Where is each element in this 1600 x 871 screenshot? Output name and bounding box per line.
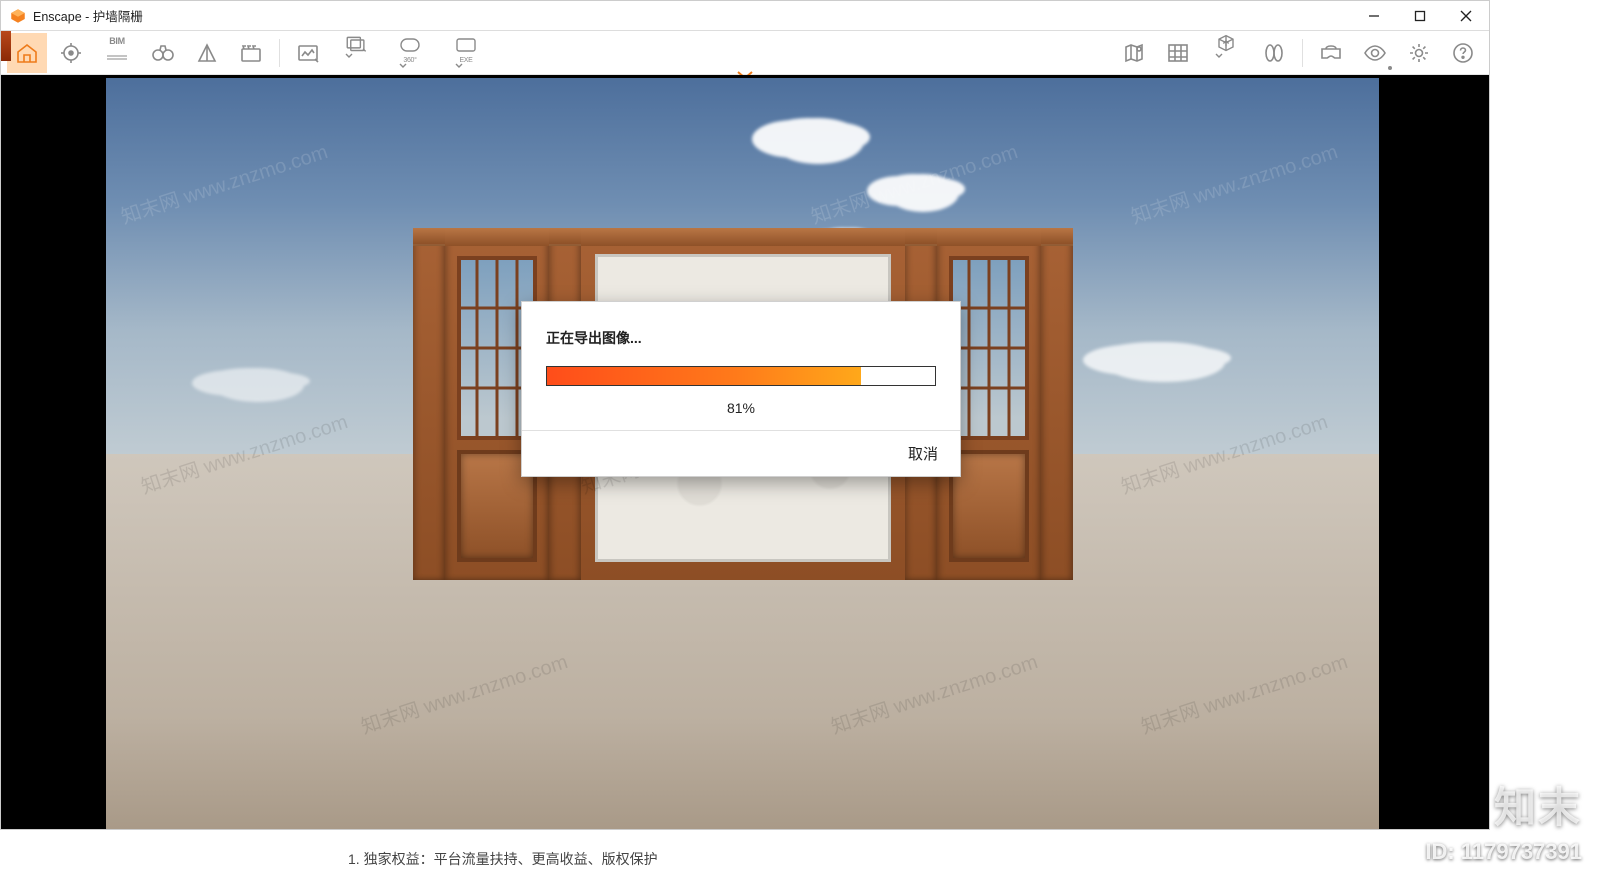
exe-export-button[interactable]: EXE — [440, 33, 492, 73]
toolbar-separator — [1302, 39, 1303, 67]
chevron-down-icon — [455, 62, 479, 73]
map-button[interactable] — [1114, 33, 1154, 73]
pillar — [1041, 228, 1073, 580]
dropdown-dot-icon — [1388, 66, 1392, 70]
footer-caption: 1. 独家权益：平台流量扶持、更高收益、版权保护 — [348, 849, 658, 869]
screenshot-button[interactable] — [288, 33, 328, 73]
upload-button[interactable] — [1202, 33, 1250, 73]
app-window: Enscape - 护墙隔栅 BIM — [0, 0, 1490, 830]
dialog-title: 正在导出图像... — [546, 328, 936, 348]
progress-bar — [546, 366, 936, 386]
app-logo-icon — [9, 7, 27, 25]
toolbar-separator — [279, 39, 280, 67]
minimize-button[interactable] — [1351, 1, 1397, 31]
panorama-button[interactable]: 360° — [384, 33, 436, 73]
settings-button[interactable] — [1399, 33, 1439, 73]
progress-percent: 81% — [546, 400, 936, 416]
left-accent-tab — [1, 31, 11, 61]
home-button[interactable] — [7, 33, 47, 73]
cancel-button[interactable]: 取消 — [908, 443, 938, 464]
brand-watermark: 知末 — [1494, 774, 1582, 835]
cloud-icon — [208, 368, 288, 390]
maximize-button[interactable] — [1397, 1, 1443, 31]
window-controls — [1351, 1, 1489, 31]
locate-button[interactable] — [51, 33, 91, 73]
cloud-icon — [768, 118, 848, 152]
progress-fill — [547, 367, 861, 385]
app-name: Enscape — [33, 10, 82, 24]
window-title: Enscape - 护墙隔栅 — [33, 6, 143, 25]
titlebar: Enscape - 护墙隔栅 — [1, 1, 1489, 31]
visual-settings-button[interactable] — [1355, 33, 1395, 73]
chevron-down-icon — [399, 62, 423, 73]
collab-button[interactable] — [1254, 33, 1294, 73]
cloud-icon — [883, 174, 943, 200]
video-button[interactable] — [231, 33, 271, 73]
resource-id: ID: 1179737391 — [1425, 839, 1582, 865]
chevron-down-icon — [1215, 52, 1239, 73]
vr-button[interactable] — [1311, 33, 1351, 73]
chevron-down-icon — [345, 52, 369, 73]
bim-button[interactable]: BIM — [95, 33, 139, 73]
pillar — [413, 228, 445, 580]
export-progress-dialog: 正在导出图像... 81% 取消 — [521, 301, 961, 477]
binoculars-button[interactable] — [143, 33, 183, 73]
file-name: 护墙隔栅 — [93, 10, 143, 24]
perspective-button[interactable] — [187, 33, 227, 73]
asset-library-button[interactable] — [1158, 33, 1198, 73]
close-button[interactable] — [1443, 1, 1489, 31]
batch-render-button[interactable] — [332, 33, 380, 73]
help-button[interactable] — [1443, 33, 1483, 73]
cloud-icon — [1099, 342, 1209, 370]
